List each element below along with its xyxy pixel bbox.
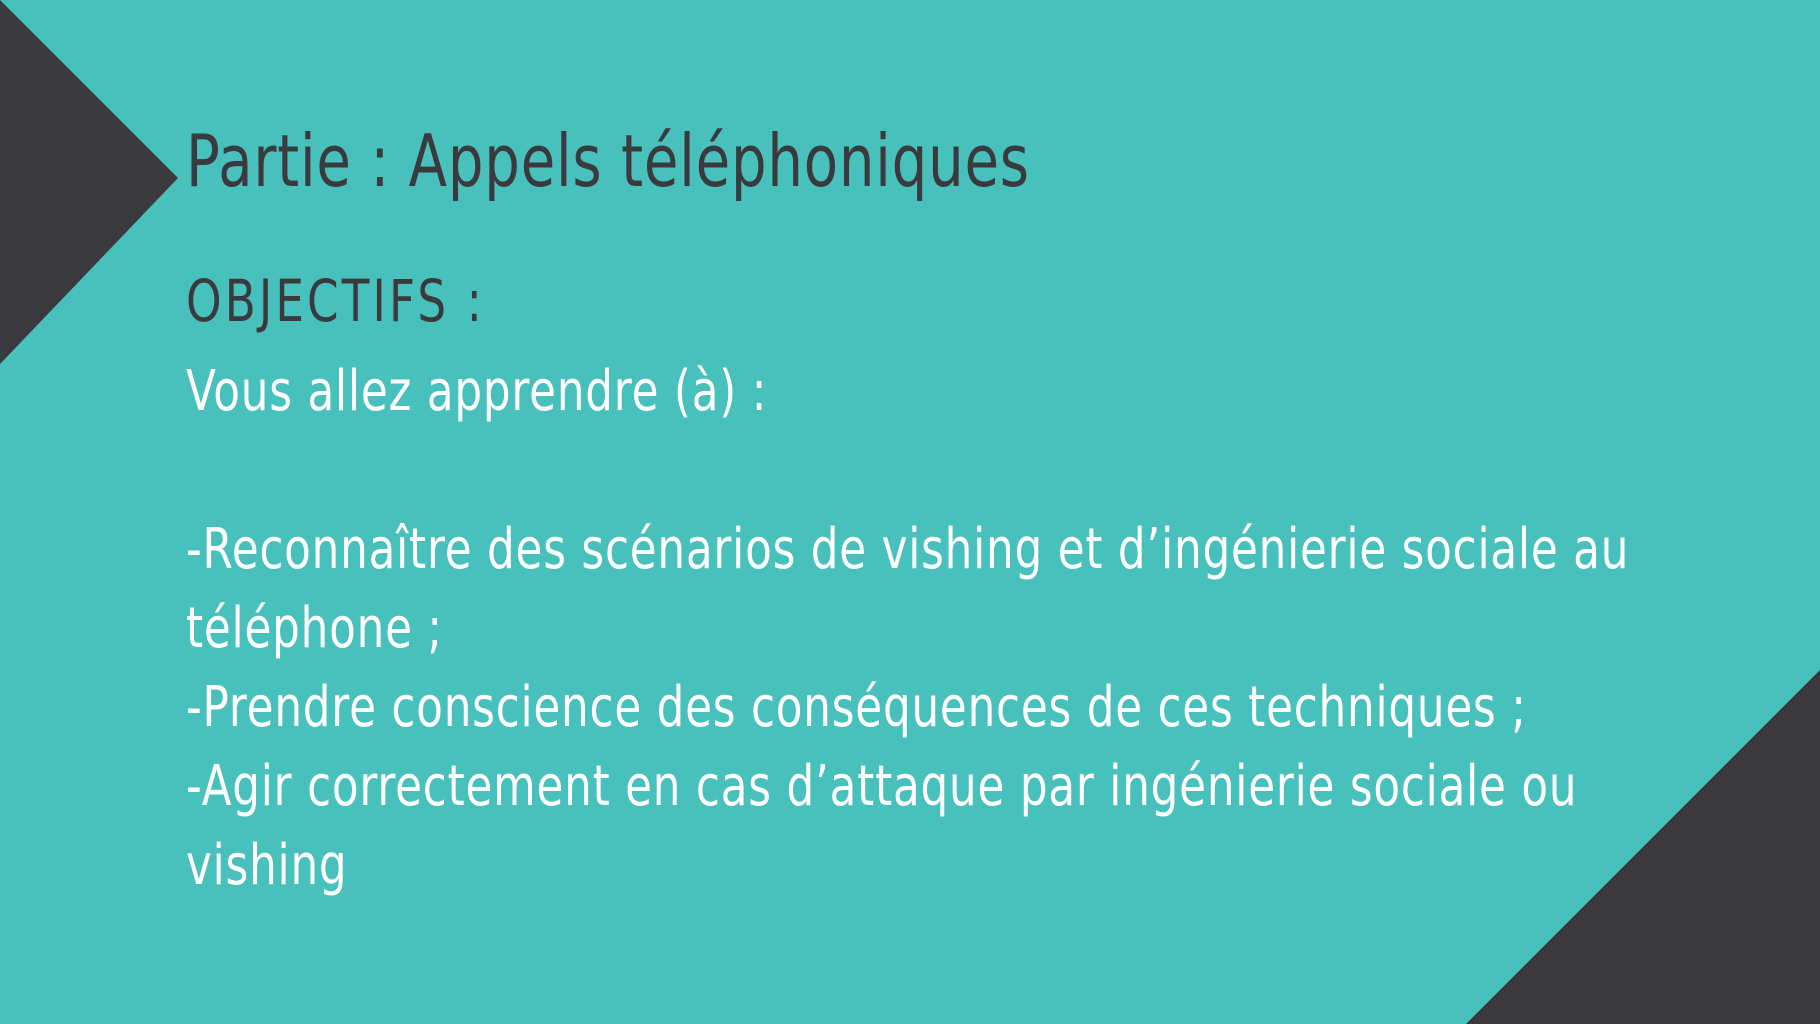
objectives-body: Vous allez apprendre (à) : -Reconnaître …: [186, 352, 1652, 905]
objective-item: -Reconnaître des scénarios de vishing et…: [186, 517, 1630, 661]
slide: Partie : Appels téléphoniques OBJECTIFS …: [0, 0, 1820, 1024]
objectives-heading: OBJECTIFS :: [186, 267, 486, 335]
objective-item: -Prendre conscience des conséquences de …: [186, 675, 1527, 740]
slide-title: Partie : Appels téléphoniques: [186, 119, 1030, 203]
objectives-intro: Vous allez apprendre (à) :: [186, 359, 768, 424]
objective-item: -Agir correctement en cas d’attaque par …: [186, 754, 1578, 898]
top-left-triangle-shape: [0, 0, 178, 364]
